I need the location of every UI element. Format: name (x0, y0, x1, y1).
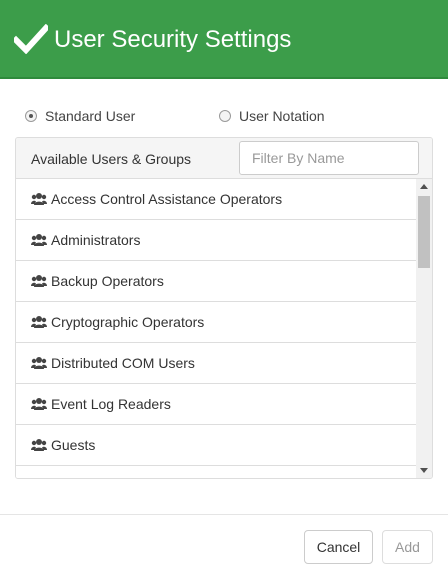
user-notation-radio[interactable]: User Notation (219, 106, 325, 126)
list-item-label: Administrators (51, 232, 141, 248)
radio-unselected-indicator[interactable] (219, 110, 231, 122)
standard-user-label: Standard User (45, 108, 136, 124)
user-notation-label: User Notation (239, 108, 325, 124)
users-icon (31, 439, 47, 451)
list-item[interactable]: Access Control Assistance Operators (16, 179, 416, 220)
list-scrollbar[interactable] (416, 179, 432, 478)
standard-user-radio[interactable]: Standard User (25, 106, 135, 126)
users-groups-list: Access Control Assistance Operators Admi… (16, 179, 416, 478)
list-item[interactable]: Cryptographic Operators (16, 302, 416, 343)
users-icon (31, 275, 47, 287)
list-item[interactable]: Backup Operators (16, 261, 416, 302)
users-icon (31, 193, 47, 205)
list-item-label: Guests (51, 437, 96, 453)
list-item-label: Event Log Readers (51, 396, 171, 412)
list-item[interactable]: Administrators (16, 220, 416, 261)
users-icon (31, 357, 47, 369)
scroll-down-arrow-icon[interactable] (420, 468, 428, 473)
dialog-header: User Security Settings (0, 0, 448, 79)
radio-selected-indicator[interactable] (25, 110, 37, 122)
checkmark-icon (14, 24, 48, 54)
list-item-label: Distributed COM Users (51, 355, 195, 371)
footer-divider (0, 514, 448, 515)
users-icon (31, 316, 47, 328)
user-security-settings-dialog: User Security Settings Standard User Use… (0, 0, 448, 579)
panel-title: Available Users & Groups (31, 151, 192, 167)
dialog-title: User Security Settings (54, 26, 292, 53)
list-item-label: Access Control Assistance Operators (51, 191, 283, 207)
user-mode-radio-group: Standard User User Notation (0, 106, 448, 126)
panel-header: Available Users & Groups (16, 138, 432, 179)
scrollbar-thumb[interactable] (418, 196, 430, 268)
list-item[interactable]: Guests (16, 425, 416, 466)
filter-by-name-input[interactable] (239, 141, 419, 175)
users-icon (31, 234, 47, 246)
available-users-panel: Available Users & Groups Access Control … (15, 137, 433, 479)
list-item[interactable]: Distributed COM Users (16, 343, 416, 384)
list-item-partial[interactable] (16, 466, 416, 478)
add-button[interactable]: Add (382, 530, 433, 564)
scroll-up-arrow-icon[interactable] (420, 184, 428, 189)
users-icon (31, 398, 47, 410)
cancel-button[interactable]: Cancel (304, 530, 373, 564)
list-item-label: Backup Operators (51, 273, 164, 289)
list-item[interactable]: Event Log Readers (16, 384, 416, 425)
list-item-label: Cryptographic Operators (51, 314, 205, 330)
